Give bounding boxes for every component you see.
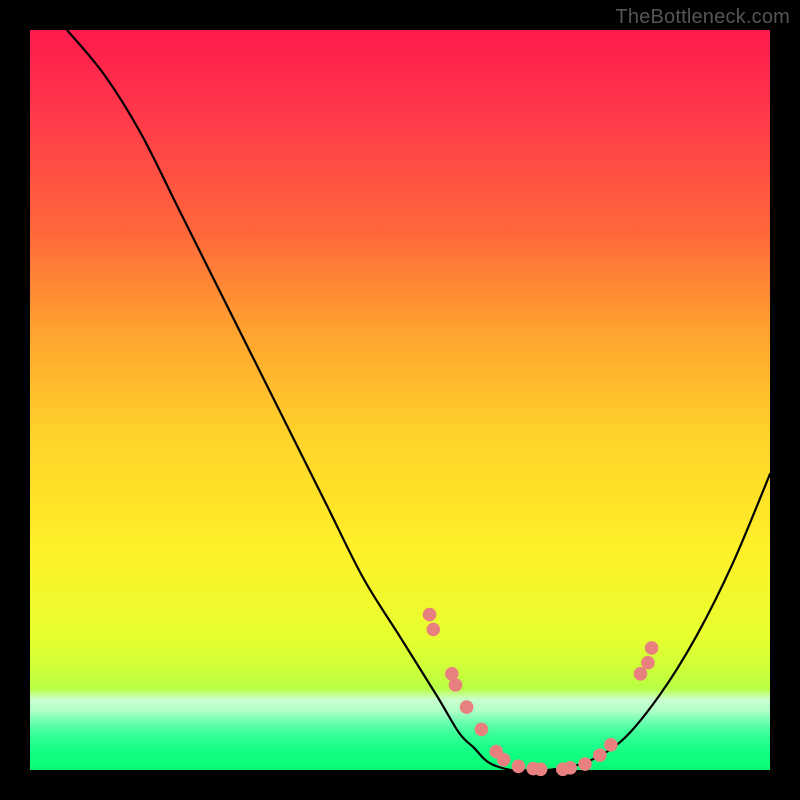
highlight-dots (423, 608, 659, 776)
highlight-dot (460, 700, 474, 714)
highlight-dot (423, 608, 437, 622)
highlight-dot (497, 753, 511, 767)
highlight-dot (427, 623, 441, 637)
plot-area (30, 30, 770, 770)
highlight-dot (578, 757, 592, 771)
highlight-dot (563, 761, 577, 775)
curve-svg (30, 30, 770, 770)
chart-stage: TheBottleneck.com (0, 0, 800, 800)
highlight-dot (512, 760, 526, 774)
highlight-dot (475, 723, 489, 737)
highlight-dot (449, 678, 463, 692)
bottleneck-curve (67, 30, 770, 771)
highlight-dot (593, 748, 607, 762)
highlight-dot (534, 762, 548, 776)
watermark: TheBottleneck.com (615, 6, 790, 29)
highlight-dot (641, 656, 655, 670)
highlight-dot (645, 641, 659, 655)
highlight-dot (634, 667, 648, 681)
highlight-dot (604, 738, 618, 752)
